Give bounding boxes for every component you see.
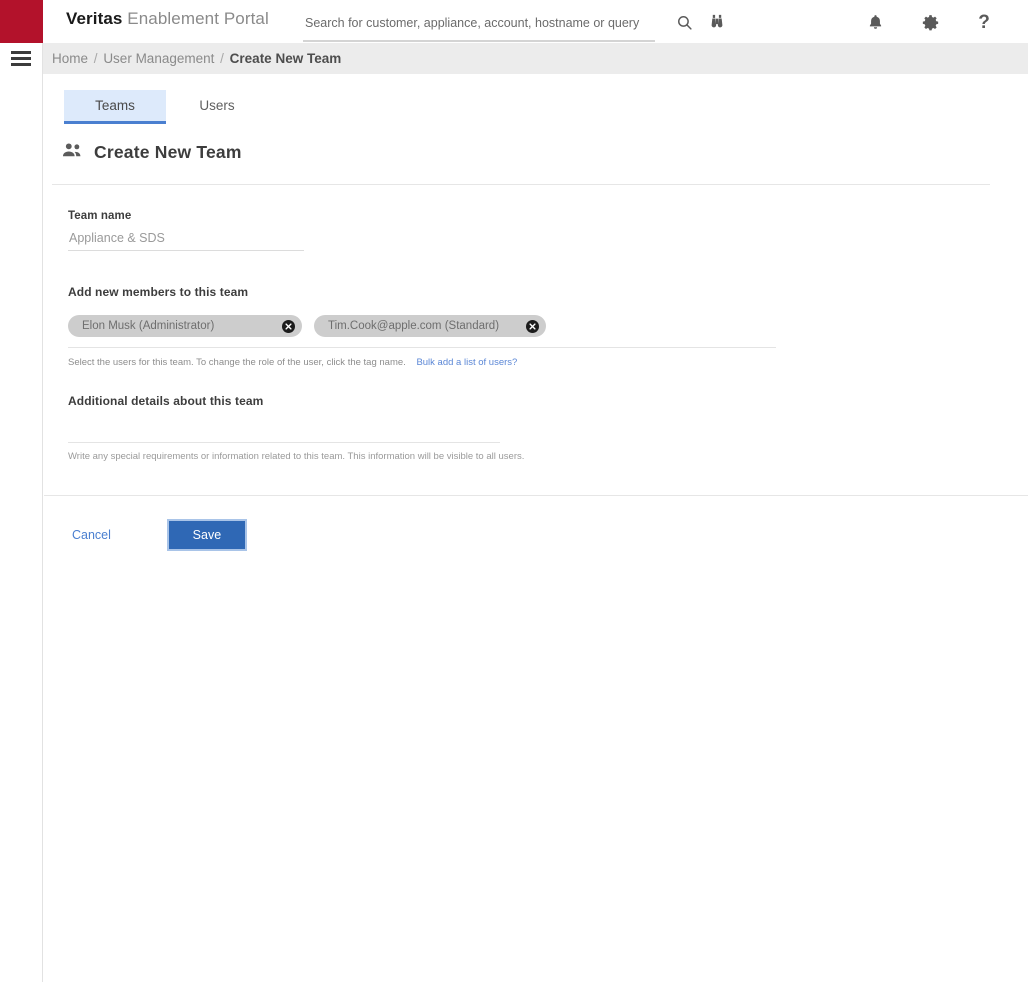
help-icon[interactable]: ? [971,9,997,35]
hamburger-icon[interactable] [11,51,31,66]
tab-teams[interactable]: Teams [64,90,166,124]
breadcrumb-home[interactable]: Home [52,51,88,66]
global-search [303,10,655,42]
notifications-icon[interactable] [862,9,888,35]
bulk-add-users-link[interactable]: Bulk add a list of users? [416,357,517,368]
brand-accent-block [0,0,43,43]
tab-teams-label: Teams [95,98,135,113]
details-textarea-underline[interactable] [68,442,500,443]
app-brand: Veritas Enablement Portal [66,9,269,29]
team-name-input[interactable] [68,229,304,251]
close-circle-icon[interactable] [526,319,539,333]
breadcrumb: Home / User Management / Create New Team [52,51,341,66]
members-helper-text: Select the users for this team. To chang… [68,357,968,368]
close-circle-icon[interactable] [282,319,295,333]
member-chip[interactable]: Elon Musk (Administrator) [68,315,302,337]
breadcrumb-user-management[interactable]: User Management [103,51,214,66]
tab-users-label: Users [199,98,235,113]
team-name-label: Team name [68,210,132,222]
member-chip-label: Elon Musk (Administrator) [82,320,215,332]
search-underline [303,40,655,42]
title-divider [52,184,990,185]
binoculars-icon[interactable] [704,9,730,35]
page-title: Create New Team [94,142,242,162]
member-chip-label: Tim.Cook@apple.com (Standard) [328,320,500,332]
actions-divider [44,495,1028,496]
tab-users[interactable]: Users [166,90,268,124]
cancel-button[interactable]: Cancel [72,528,111,542]
brand-name: Veritas [66,9,123,28]
search-input[interactable] [303,10,655,36]
breadcrumb-current: Create New Team [229,51,342,66]
page-title-row: Create New Team [62,142,242,163]
breadcrumb-bar: Home / User Management / Create New Team [43,43,1028,74]
people-group-icon [62,142,83,163]
main-content: Teams Users Create New Team Team name Ap… [44,74,1028,982]
details-helper-text: Write any special requirements or inform… [68,451,525,462]
settings-icon[interactable] [917,9,943,35]
app-root: Veritas Enablement Portal Search for cus… [0,0,1028,982]
details-field-group: Additional details about this team Write… [68,394,968,462]
members-field-group: Add new members to this team Elon Musk (… [68,285,968,368]
member-chip[interactable]: Tim.Cook@apple.com (Standard) [314,315,546,337]
details-label: Additional details about this team [68,394,264,408]
breadcrumb-separator-1: / [93,51,98,66]
members-chip-list: Elon Musk (Administrator) Tim.Cook@apple… [68,315,776,348]
save-button[interactable]: Save [166,519,247,551]
tab-bar: Teams Users [64,90,268,124]
members-helper-copy: Select the users for this team. To chang… [68,357,406,368]
left-rail [0,0,43,982]
help-glyph: ? [978,11,990,33]
team-name-field-group: Team name [68,210,968,251]
brand-suffix: Enablement Portal [122,9,269,28]
search-icon[interactable] [671,9,697,35]
breadcrumb-separator-2: / [220,51,224,66]
form-actions: Cancel Save [72,519,247,551]
members-label: Add new members to this team [68,285,249,299]
create-team-form: Team name Add new members to this team E… [68,210,968,462]
top-bar: Veritas Enablement Portal Search for cus… [43,0,1028,43]
